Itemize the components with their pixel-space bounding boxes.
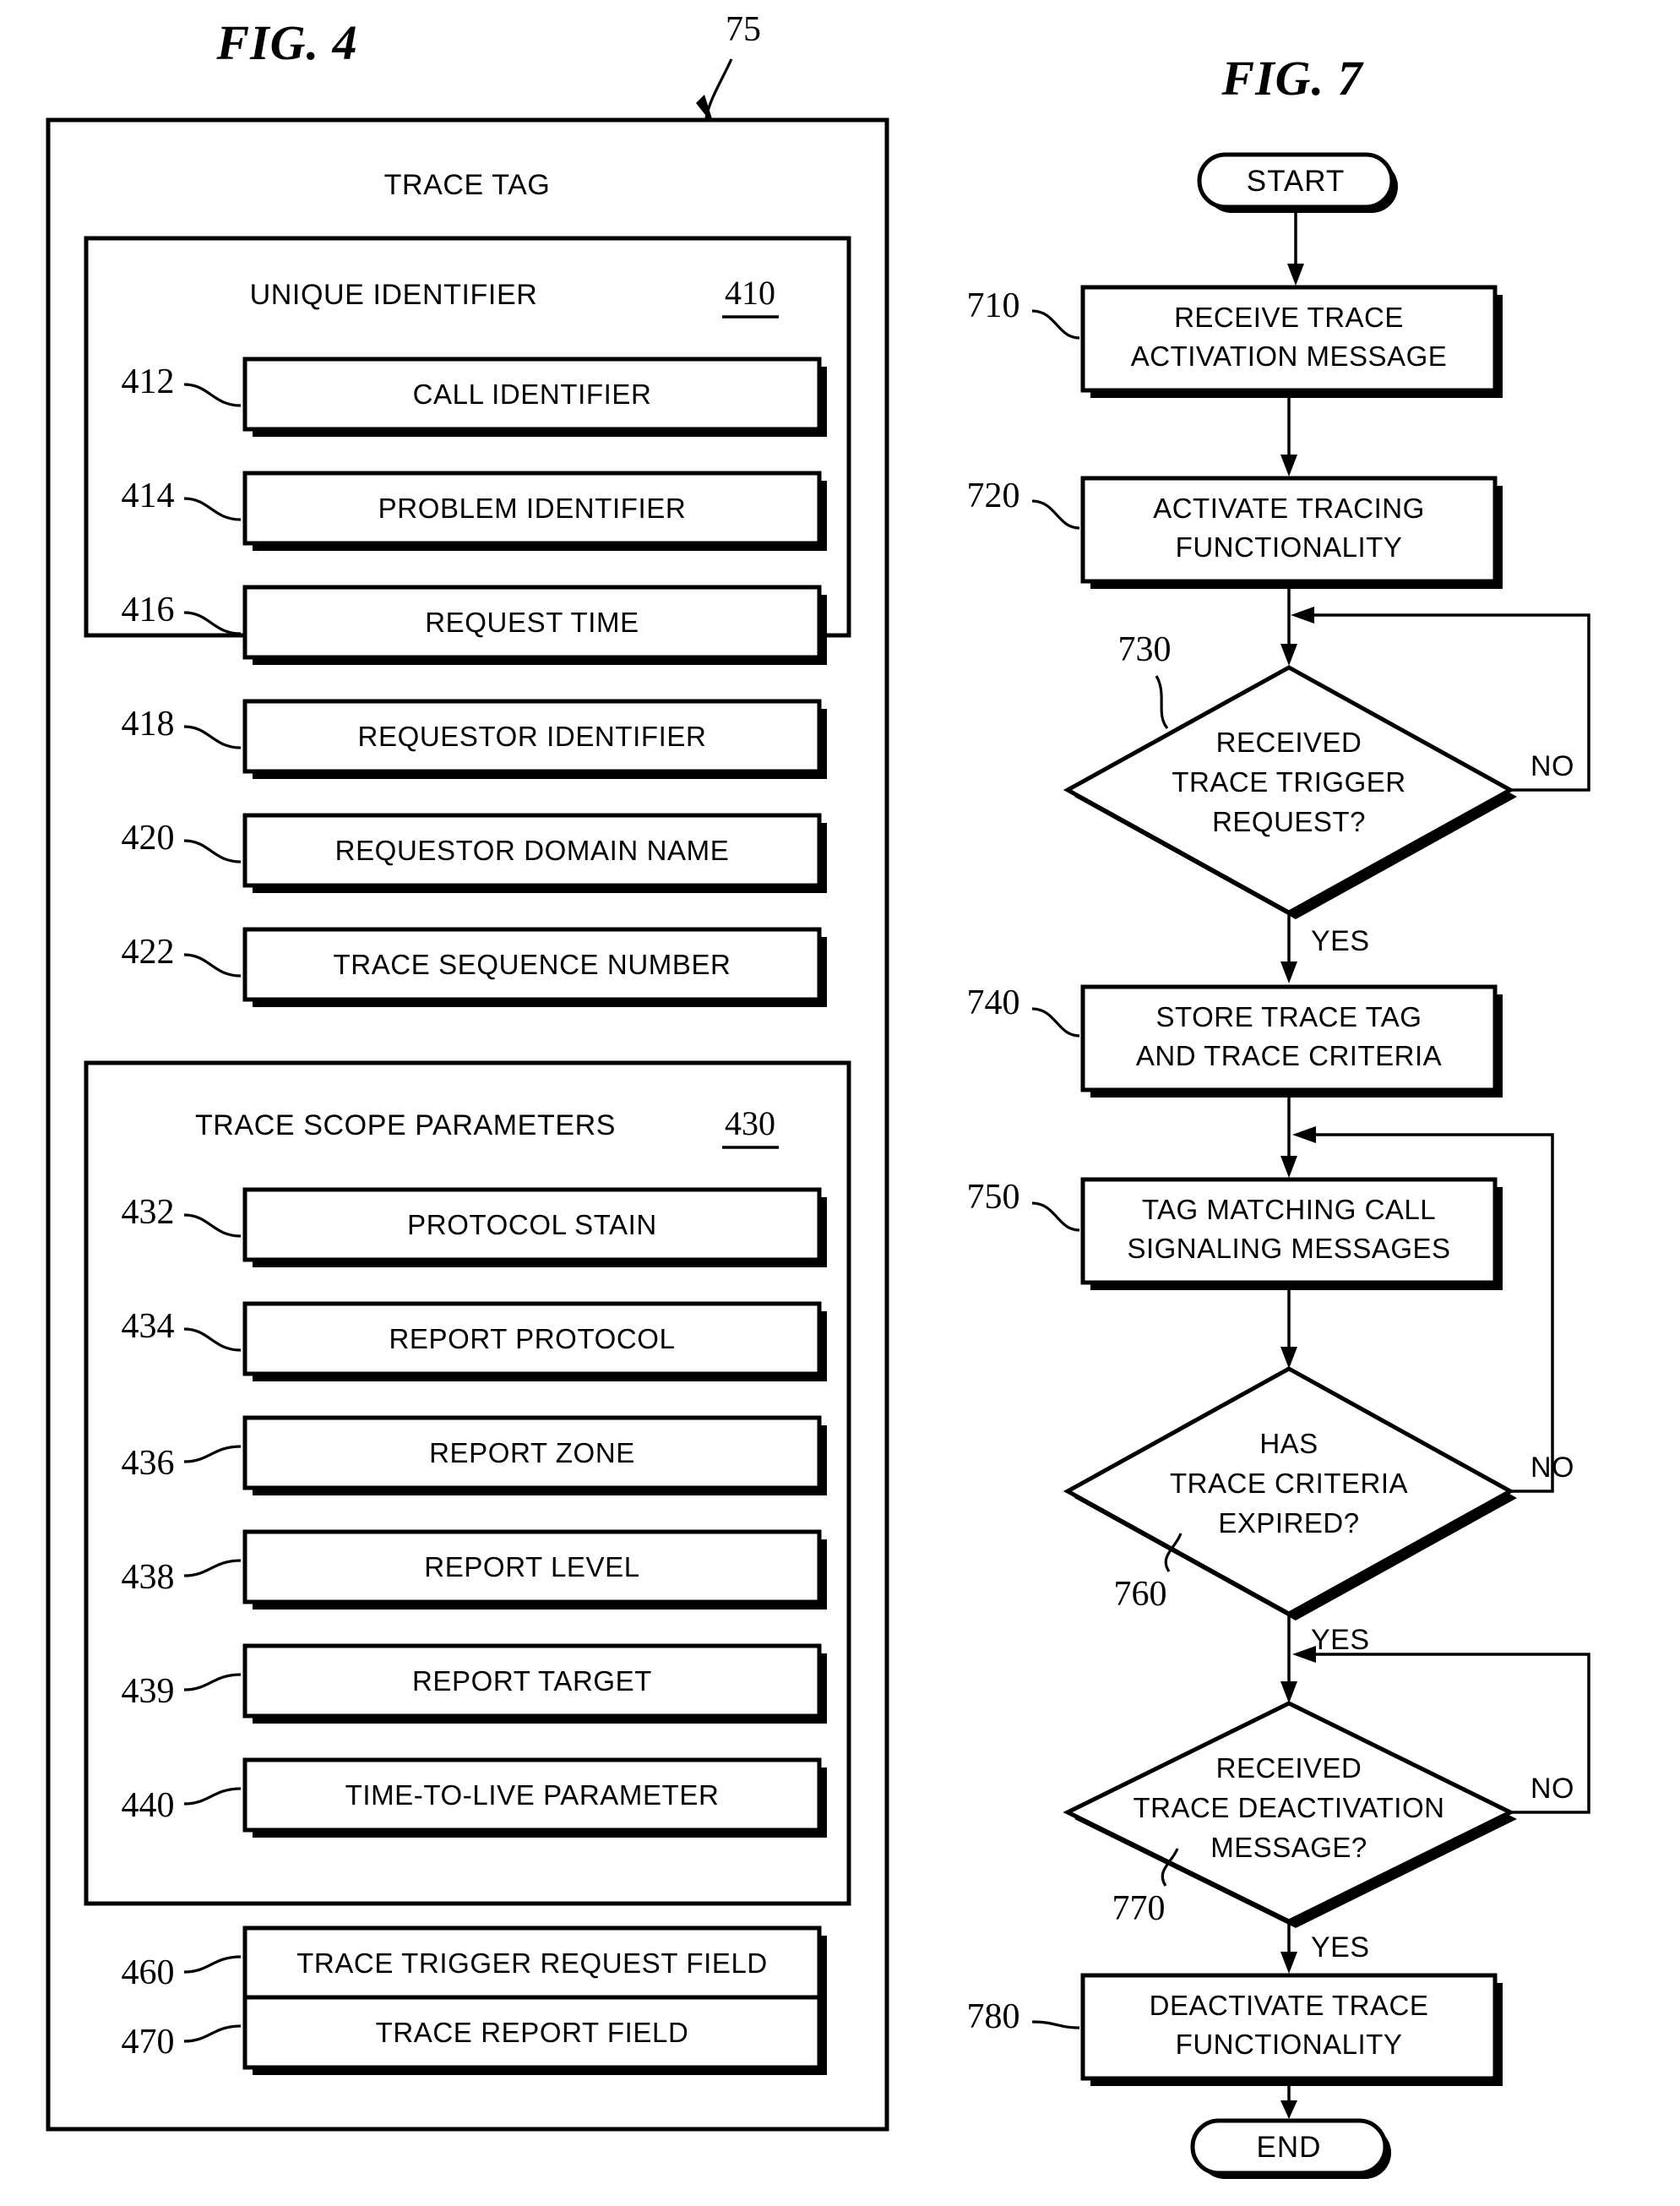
node-760-line2: TRACE CRITERIA [1170, 1468, 1408, 1499]
row-470-ref: 470 [122, 2023, 175, 2062]
row-420-leader [183, 839, 242, 863]
row-414-ref: 414 [122, 477, 175, 515]
row-460-leader [183, 1955, 242, 1974]
node-740-ref: 740 [967, 983, 1020, 1022]
node-730-yes-label: YES [1311, 925, 1370, 957]
edge-start-710-arrow [1287, 264, 1304, 286]
node-720-line2: FUNCTIONALITY [1176, 531, 1403, 563]
node-770-ref: 770 [1112, 1889, 1166, 1928]
row-438-ref: 438 [122, 1558, 175, 1597]
row-422-ref: 422 [122, 933, 175, 972]
node-770-no-label: NO [1530, 1773, 1574, 1805]
edge-770-no-arrow [1292, 1646, 1316, 1663]
row-416-label: REQUEST TIME [425, 607, 639, 638]
node-720-ref: 720 [967, 477, 1020, 515]
node-740-line2: AND TRACE CRITERIA [1136, 1040, 1442, 1071]
edge-750-760-arrow [1280, 1347, 1297, 1369]
row-422: TRACE SEQUENCE NUMBER 422 [122, 927, 827, 1007]
node-780-line2: FUNCTIONALITY [1176, 2029, 1403, 2060]
row-412-label: CALL IDENTIFIER [413, 379, 652, 410]
node-730-ref: 730 [1118, 630, 1172, 669]
node-780-line1: DEACTIVATE TRACE [1150, 1990, 1429, 2021]
node-730-line3: REQUEST? [1212, 806, 1366, 837]
unique-identifier-ref: 410 [725, 274, 775, 312]
row-434-label: REPORT PROTOCOL [389, 1323, 675, 1354]
unique-identifier-heading: UNIQUE IDENTIFIER [250, 279, 538, 311]
row-412-ref: 412 [122, 362, 175, 401]
row-439-ref: 439 [122, 1672, 175, 1711]
edge-710-720-arrow [1280, 455, 1297, 477]
edge-740-750-arrow [1280, 1156, 1297, 1178]
node-770-yes-label: YES [1311, 1931, 1370, 1964]
start-label: START [1247, 165, 1346, 198]
node-720-leader [1031, 499, 1080, 530]
row-436-label: REPORT ZONE [429, 1437, 635, 1468]
node-750-ref: 750 [967, 1178, 1020, 1217]
trace-scope-heading: TRACE SCOPE PARAMETERS [195, 1109, 616, 1141]
row-418: REQUESTOR IDENTIFIER 418 [122, 699, 827, 779]
row-418-label: REQUESTOR IDENTIFIER [358, 721, 707, 752]
end-label: END [1257, 2131, 1322, 2164]
row-440-label: TIME-TO-LIVE PARAMETER [345, 1779, 720, 1811]
edge-780-end-arrow [1280, 2100, 1297, 2119]
node-710-line2: ACTIVATION MESSAGE [1131, 340, 1448, 372]
fig7-group: FIG. 7 START RECEIVE TRACE ACTIVATION ME… [967, 51, 1590, 2179]
row-418-ref: 418 [122, 705, 175, 744]
trace-scope-ref: 430 [725, 1104, 775, 1142]
node-760-yes-label: YES [1311, 1624, 1370, 1656]
node-780-leader [1031, 2020, 1080, 2029]
row-438-label: REPORT LEVEL [424, 1551, 639, 1582]
patent-figures-canvas: UNIQUE IDENTIFIER 410 TRACE SCOPE PARAME… [84, 51, 1590, 2179]
node-750-line1: TAG MATCHING CALL [1142, 1194, 1436, 1225]
edge-770-780-arrow [1280, 1952, 1297, 1974]
node-710-ref: 710 [967, 286, 1020, 325]
edge-760-770-arrow [1280, 1681, 1297, 1703]
row-422-label: TRACE SEQUENCE NUMBER [334, 949, 731, 980]
node-750-leader [1031, 1201, 1080, 1232]
row-432-ref: 432 [122, 1193, 175, 1232]
row-436-ref: 436 [122, 1444, 175, 1483]
row-434-ref: 434 [122, 1307, 175, 1346]
node-760-ref: 760 [1114, 1575, 1167, 1614]
edge-730-740-arrow [1280, 961, 1297, 983]
patent-drawing-sheet: FIG. 4 75 TRACE TAG UNIQUE IDENTIFIER 41… [0, 0, 1680, 2206]
row-416-ref: 416 [122, 591, 175, 629]
node-750-line2: SIGNALING MESSAGES [1127, 1233, 1450, 1264]
node-760-line3: EXPIRED? [1218, 1507, 1359, 1539]
node-730-no-label: NO [1530, 750, 1574, 782]
row-439-label: REPORT TARGET [412, 1665, 652, 1697]
node-770-line3: MESSAGE? [1210, 1832, 1367, 1863]
row-418-leader [183, 725, 242, 749]
node-720-line1: ACTIVATE TRACING [1153, 493, 1425, 524]
row-432-label: PROTOCOL STAIN [407, 1209, 657, 1240]
row-470-label: TRACE REPORT FIELD [376, 2017, 689, 2048]
node-740-line1: STORE TRACE TAG [1156, 1001, 1422, 1032]
row-420-ref: 420 [122, 819, 175, 858]
row-420-label: REQUESTOR DOMAIN NAME [335, 835, 730, 866]
edge-730-no-arrow [1291, 607, 1314, 624]
row-414-label: PROBLEM IDENTIFIER [378, 493, 687, 524]
edge-720-730-arrow [1280, 644, 1297, 666]
row-470: TRACE REPORT FIELD 470 [122, 1995, 827, 2075]
node-730-line1: RECEIVED [1216, 727, 1362, 758]
row-420: REQUESTOR DOMAIN NAME 420 [122, 813, 827, 893]
fig4-loose-rows: TRACE TRIGGER REQUEST FIELD 460 TRACE RE… [122, 1925, 827, 2075]
node-770-line2: TRACE DEACTIVATION [1134, 1792, 1445, 1823]
node-730-line2: TRACE TRIGGER [1172, 766, 1405, 798]
node-710-leader [1031, 309, 1080, 340]
fig7-title: FIG. 7 [1221, 51, 1363, 106]
node-730-leader [1155, 675, 1169, 730]
row-460-ref: 460 [122, 1953, 175, 1992]
row-422-leader [183, 953, 242, 978]
row-470-leader [183, 2024, 242, 2043]
node-760-line1: HAS [1259, 1428, 1318, 1459]
node-780-ref: 780 [967, 1997, 1020, 2036]
row-460: TRACE TRIGGER REQUEST FIELD 460 [122, 1925, 827, 2006]
node-710-line1: RECEIVE TRACE [1174, 302, 1404, 333]
node-740-leader [1031, 1007, 1080, 1038]
edge-760-no-arrow [1292, 1126, 1316, 1143]
row-460-label: TRACE TRIGGER REQUEST FIELD [296, 1947, 768, 1979]
row-440-ref: 440 [122, 1786, 175, 1825]
node-770-line1: RECEIVED [1216, 1752, 1362, 1784]
